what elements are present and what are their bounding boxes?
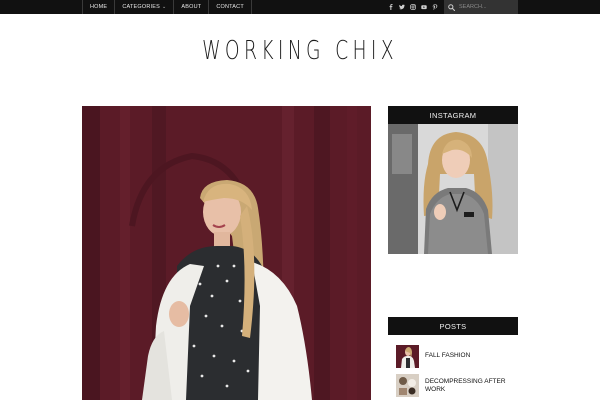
instagram-photo[interactable]	[388, 124, 518, 254]
search-input[interactable]	[459, 1, 519, 13]
nav-item-label: CATEGORIES	[122, 4, 160, 10]
posts-widget-title: POSTS	[388, 317, 518, 335]
search-box	[444, 0, 519, 14]
list-item[interactable]: DECOMPRESSING AFTER WORK	[396, 374, 518, 397]
post-title[interactable]: DECOMPRESSING AFTER WORK	[425, 374, 518, 394]
nav-item-categories[interactable]: CATEGORIES ⌄	[114, 0, 173, 14]
instagram-photo-woman-pajamas-image	[388, 124, 518, 254]
nav-item-contact[interactable]: CONTACT	[208, 0, 252, 14]
social-links	[387, 0, 439, 14]
fall-fashion-thumbnail-image	[396, 345, 419, 368]
nav-item-about[interactable]: ABOUT	[173, 0, 208, 14]
instagram-widget-title: INSTAGRAM	[388, 106, 518, 124]
youtube-icon[interactable]	[420, 2, 428, 12]
chevron-down-icon: ⌄	[161, 4, 167, 10]
nav-item-home[interactable]: HOME	[82, 0, 114, 14]
post-thumbnail[interactable]	[396, 374, 419, 397]
post-thumbnail[interactable]	[396, 345, 419, 368]
nav-item-label: ABOUT	[181, 4, 202, 10]
top-navigation-bar: HOME CATEGORIES ⌄ ABOUT CONTACT	[0, 0, 600, 14]
decompressing-thumbnail-image	[396, 374, 419, 397]
list-item[interactable]: FALL FASHION	[396, 345, 518, 368]
site-title[interactable]: WORKING CHIX	[84, 36, 516, 66]
recent-posts-list: FALL FASHION DECOMPRESSING AFTER WORK	[396, 345, 518, 400]
pinterest-icon[interactable]	[431, 2, 439, 12]
search-icon[interactable]	[448, 3, 455, 11]
facebook-icon[interactable]	[387, 2, 395, 12]
featured-post-image[interactable]	[82, 106, 371, 400]
main-menu: HOME CATEGORIES ⌄ ABOUT CONTACT	[82, 0, 252, 14]
post-title[interactable]: FALL FASHION	[425, 345, 470, 360]
instagram-icon[interactable]	[409, 2, 417, 12]
woman-in-white-coat-image	[82, 106, 371, 400]
nav-item-label: CONTACT	[216, 4, 244, 10]
twitter-icon[interactable]	[398, 2, 406, 12]
nav-item-label: HOME	[90, 4, 108, 10]
